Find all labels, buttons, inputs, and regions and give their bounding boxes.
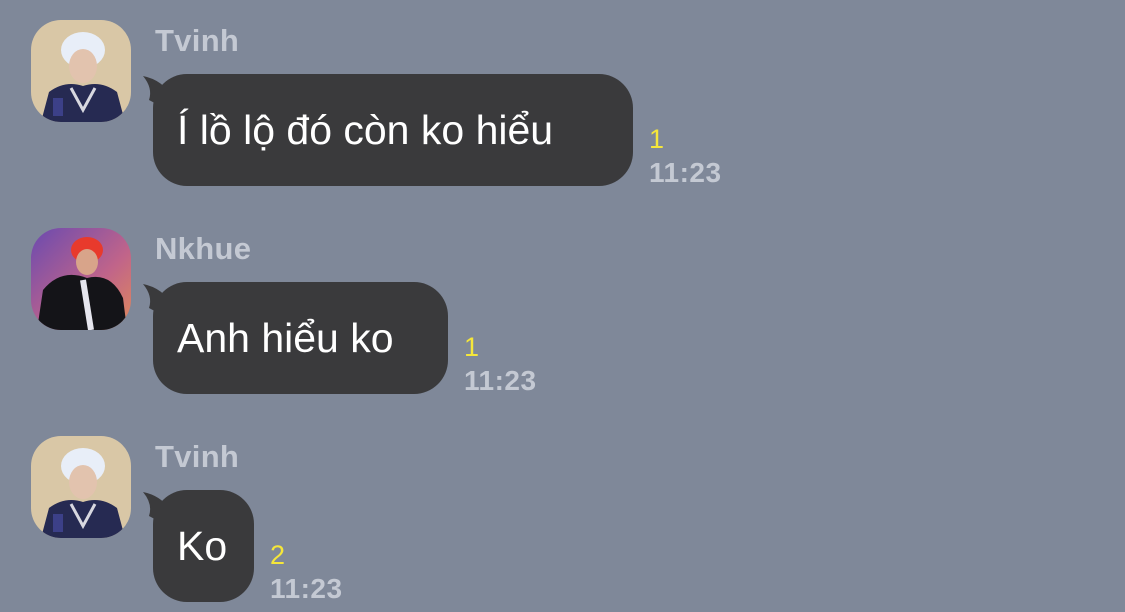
- unread-count: 2: [270, 540, 286, 570]
- sender-avatar[interactable]: [31, 20, 131, 122]
- message-time: 11:23: [464, 365, 537, 396]
- message-meta: 1 11:23: [649, 124, 722, 191]
- unread-count: 1: [649, 124, 665, 154]
- message-bubble[interactable]: Í lồ lộ đó còn ko hiểu: [143, 74, 633, 186]
- message-time: 11:23: [649, 157, 722, 188]
- message-text: Í lồ lộ đó còn ko hiểu: [177, 107, 554, 153]
- sender-avatar[interactable]: [31, 228, 131, 330]
- sender-name: Nkhue: [155, 231, 252, 266]
- message-meta: 2 11:23: [270, 540, 343, 607]
- avatar-tvinh-icon: [31, 436, 131, 538]
- sender-name: Tvinh: [155, 439, 240, 474]
- avatar-tvinh-icon: [31, 20, 131, 122]
- unread-count: 1: [464, 332, 480, 362]
- chat-message-list[interactable]: Tvinh Í lồ lộ đó còn ko hiểu 1 11:23 Nkh…: [0, 0, 1125, 612]
- message-text: Anh hiểu ko: [177, 315, 394, 361]
- message-meta: 1 11:23: [464, 332, 537, 399]
- avatar-nkhue-icon: [31, 228, 131, 330]
- message-time: 11:23: [270, 573, 343, 604]
- message-bubble[interactable]: Anh hiểu ko: [143, 282, 448, 394]
- message-text: Ko: [177, 523, 228, 569]
- sender-avatar[interactable]: [31, 436, 131, 538]
- message-bubble[interactable]: Ko: [143, 490, 254, 602]
- sender-name: Tvinh: [155, 23, 240, 58]
